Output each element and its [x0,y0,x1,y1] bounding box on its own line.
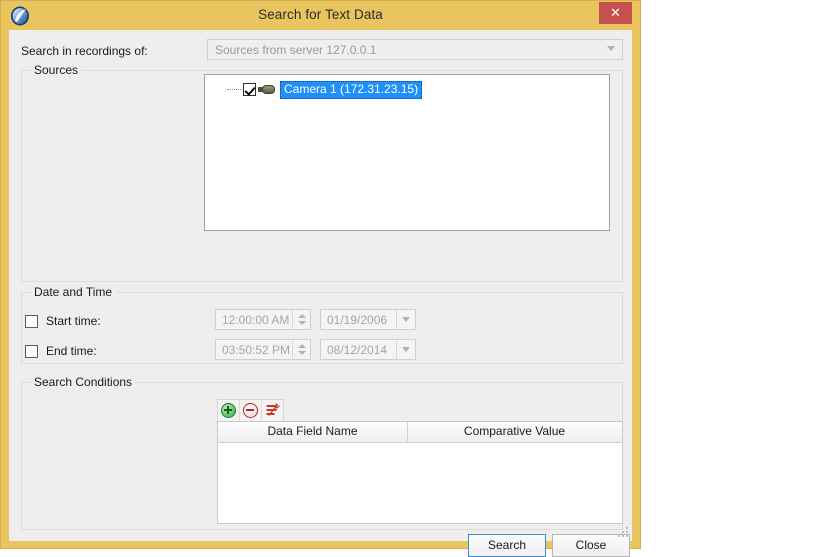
end-date-dropdown-button[interactable] [396,340,415,359]
window-title: Search for Text Data [258,7,383,22]
start-date-value: 01/19/2006 [327,313,388,327]
end-date-value: 08/12/2014 [327,343,388,357]
conditions-table-header: Data Field Name Comparative Value [218,422,622,443]
conditions-table-body[interactable] [218,443,622,523]
tree-item-label[interactable]: Camera 1 (172.31.23.15) [280,80,423,99]
end-time-checkbox[interactable] [25,345,38,358]
plus-circle-icon [221,403,236,418]
chevron-up-icon [298,344,306,348]
sources-groupbox-label: Sources [30,63,83,77]
start-time-stepper[interactable] [292,310,310,329]
tree-connector-line [227,88,241,91]
start-time-input[interactable]: 12:00:00 AM [215,309,311,330]
chevron-down-icon [607,46,615,51]
sources-server-select-value: Sources from server 127.0.0.1 [215,43,377,57]
start-time-label: Start time: [46,314,101,328]
start-time-checkbox[interactable] [25,315,38,328]
title-bar[interactable]: Search for Text Data ✕ [1,1,640,30]
camera-icon [258,83,276,96]
chevron-down-icon [402,317,410,322]
dialog-window: Search for Text Data ✕ Search in recordi… [0,0,641,557]
start-date-dropdown-button[interactable] [396,310,415,329]
tree-item-checkbox[interactable] [243,83,256,96]
chevron-up-icon [298,314,306,318]
conditions-table[interactable]: Data Field Name Comparative Value [217,421,623,524]
add-condition-button[interactable] [218,400,240,421]
end-time-label: End time: [46,344,97,358]
search-conditions-groupbox-label: Search Conditions [30,375,137,389]
conditions-toolbar [217,399,284,422]
chevron-down-icon [402,347,410,352]
close-icon[interactable]: ✕ [599,2,632,24]
start-time-value: 12:00:00 AM [222,313,290,327]
column-header-data-field-name[interactable]: Data Field Name [218,422,408,442]
tree-item-camera[interactable]: Camera 1 (172.31.23.15) [227,80,423,99]
end-time-stepper[interactable] [292,340,310,359]
search-in-recordings-label: Search in recordings of: [21,44,148,58]
end-time-value: 03:50:52 PM [222,343,291,357]
clear-conditions-button[interactable] [262,400,283,421]
date-time-groupbox-label: Date and Time [30,285,117,299]
search-button[interactable]: Search [468,534,546,557]
column-header-comparative-value[interactable]: Comparative Value [408,422,621,442]
chevron-down-icon [298,351,306,355]
dialog-client-area: Search in recordings of: Sources from se… [9,30,632,557]
resize-grip[interactable] [618,527,630,539]
start-date-picker[interactable]: 01/19/2006 [320,309,416,330]
end-date-picker[interactable]: 08/12/2014 [320,339,416,360]
minus-circle-icon [243,403,258,418]
clear-list-icon [265,402,280,418]
sources-tree-view[interactable]: Camera 1 (172.31.23.15) [204,74,610,231]
remove-condition-button[interactable] [240,400,262,421]
chevron-down-icon [298,321,306,325]
end-time-input[interactable]: 03:50:52 PM [215,339,311,360]
sources-server-select[interactable]: Sources from server 127.0.0.1 [207,39,623,60]
